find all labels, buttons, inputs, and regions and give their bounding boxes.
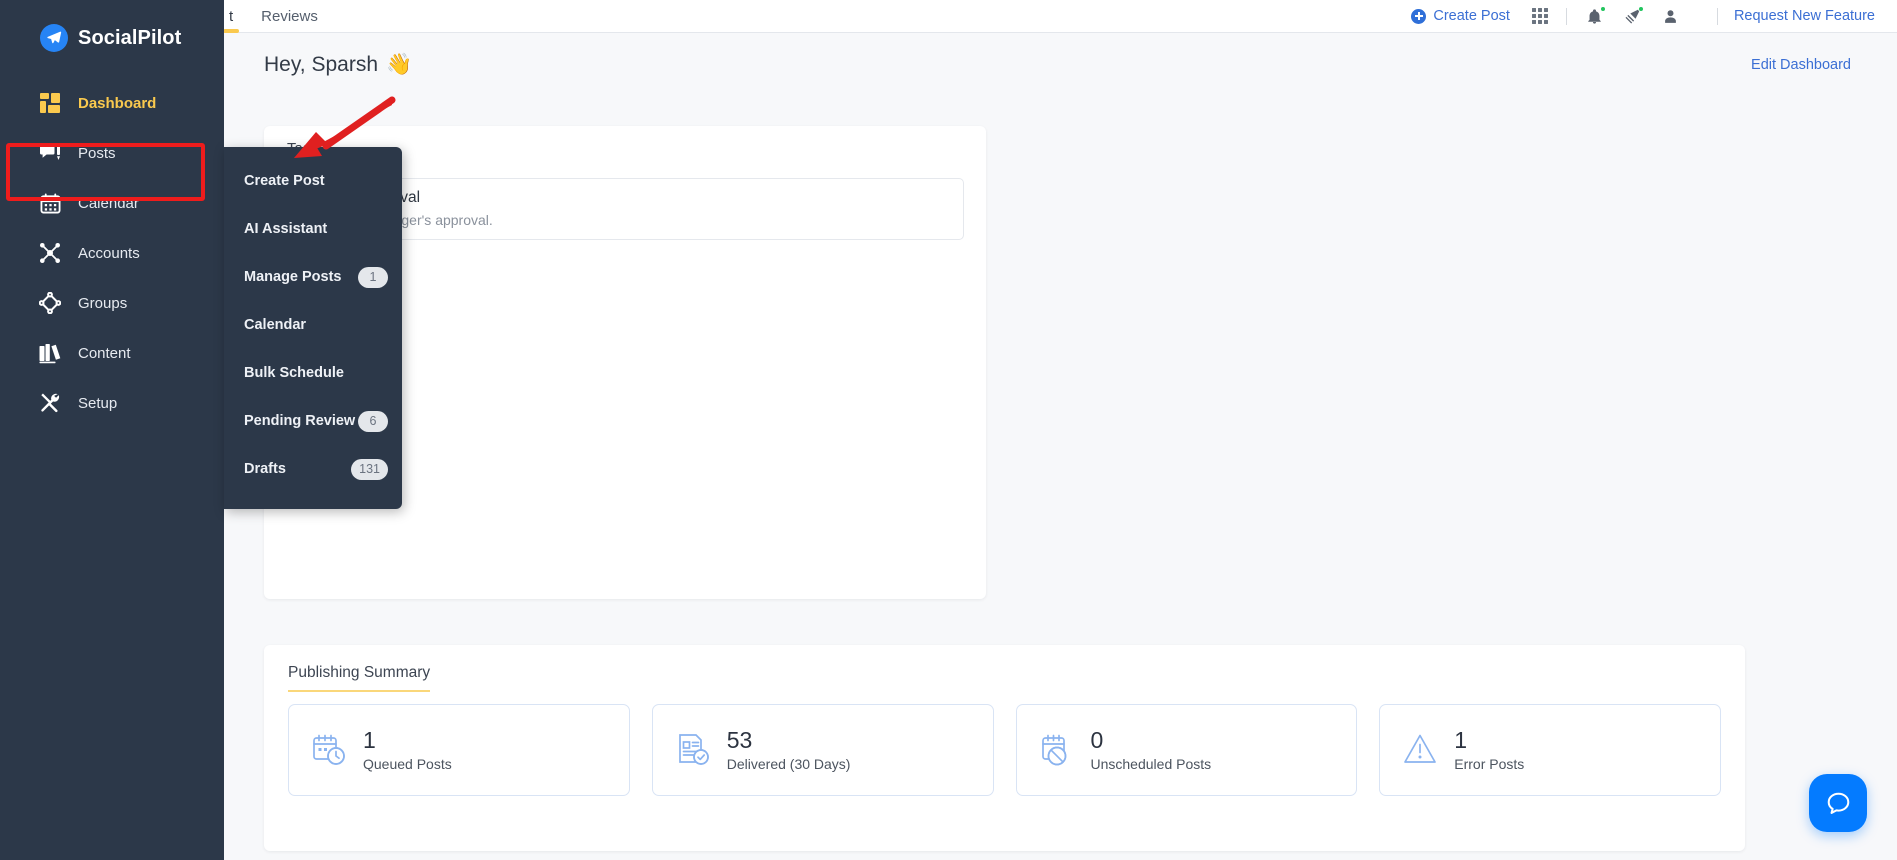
posts-chat-pencil-icon (38, 141, 62, 165)
task-item-title: require approval (308, 189, 945, 207)
task-item-subtitle: nding for Manager's approval. (308, 212, 493, 228)
stat-text-queued: 1 Queued Posts (363, 728, 452, 771)
sidebar-item-label: Dashboard (78, 94, 157, 112)
tab-reviews[interactable]: Reviews (247, 9, 332, 33)
flyout-item-create-post[interactable]: Create Post (224, 157, 402, 205)
stat-text-error: 1 Error Posts (1454, 728, 1524, 771)
calendar-clock-icon (309, 730, 349, 770)
notification-dot (1599, 6, 1606, 12)
flyout-item-pending-review[interactable]: Pending Review 6 (224, 397, 402, 445)
stat-label: Delivered (30 Days) (726, 755, 851, 772)
stat-label: Error Posts (1454, 755, 1525, 772)
stat-label: Queued Posts (363, 755, 452, 772)
sidebar-nav: Dashboard Posts Calendar Accounts Groups… (0, 78, 224, 428)
dashboard-grid-icon (38, 91, 62, 115)
paper-plane-icon (40, 24, 68, 52)
flyout-item-badge: 6 (358, 410, 388, 432)
flyout-item-badge: 131 (351, 458, 388, 480)
edit-dashboard-link[interactable]: Edit Dashboard (1751, 57, 1851, 73)
stat-value: 1 (1454, 727, 1468, 754)
tab-label: t (229, 7, 234, 25)
plus-circle-icon (1411, 8, 1427, 24)
sidebar-item-label: Posts (78, 144, 116, 162)
create-post-button[interactable]: Create Post (1411, 8, 1510, 24)
chat-bubble-icon (1827, 792, 1849, 814)
app-screen: t Reviews Create Post Request New Featur… (0, 0, 1897, 860)
flyout-item-label: Bulk Schedule (244, 365, 344, 381)
greeting-text: Hey, Sparsh (264, 53, 378, 76)
flyout-item-label: Create Post (244, 173, 325, 189)
left-sidebar: SocialPilot Dashboard Posts Calendar Acc… (0, 0, 224, 860)
flyout-item-ai-assistant[interactable]: AI Assistant (224, 205, 402, 253)
flyout-item-label: Calendar (244, 317, 307, 333)
header-actions: Create Post Request New Feature (1411, 0, 1897, 33)
stat-text-unscheduled: 0 Unscheduled Posts (1091, 728, 1212, 771)
header-tabs: t Reviews (215, 0, 332, 33)
sidebar-item-label: Calendar (78, 194, 139, 212)
flyout-item-calendar[interactable]: Calendar (224, 301, 402, 349)
greeting-row: Hey, Sparsh 👋 Edit Dashboard (224, 33, 1897, 77)
sidebar-item-label: Content (78, 344, 131, 362)
sidebar-item-content[interactable]: Content (0, 328, 224, 378)
flyout-item-label: Drafts (244, 461, 286, 477)
grid-apps-icon[interactable] (1531, 8, 1548, 24)
stat-card-queued-posts[interactable]: 1 Queued Posts (288, 704, 630, 796)
sidebar-item-groups[interactable]: Groups (0, 278, 224, 328)
header-divider-1 (1565, 7, 1567, 25)
stat-value: 53 (726, 727, 753, 754)
page-title: Hey, Sparsh 👋 (264, 53, 412, 77)
announcement-dot (1637, 6, 1644, 12)
sidebar-item-accounts[interactable]: Accounts (0, 228, 224, 278)
document-check-icon (673, 730, 713, 770)
flyout-item-label: Pending Review (244, 413, 356, 429)
posts-flyout-menu: Create Post AI Assistant Manage Posts 1 … (224, 147, 402, 509)
groups-diamond-icon (38, 291, 62, 315)
calendar-slash-icon (1037, 730, 1077, 770)
stat-label: Unscheduled Posts (1090, 755, 1212, 772)
stat-value: 1 (363, 727, 376, 754)
brand-name: SocialPilot (78, 26, 182, 49)
flyout-item-manage-posts[interactable]: Manage Posts 1 (224, 253, 402, 301)
tab-label: Reviews (261, 7, 318, 25)
stat-card-delivered[interactable]: 53 Delivered (30 Days) (651, 704, 994, 796)
flyout-item-label: Manage Posts (244, 269, 342, 285)
megaphone-icon[interactable] (1623, 6, 1644, 26)
accounts-network-icon (38, 241, 62, 265)
sidebar-item-label: Groups (78, 294, 128, 312)
header-divider-2 (1716, 7, 1718, 25)
chat-widget-button[interactable] (1809, 774, 1867, 832)
publishing-summary-stats: 1 Queued Posts 53 Delivered (30 Days) 0 … (264, 692, 1745, 796)
stat-card-unscheduled[interactable]: 0 Unscheduled Posts (1015, 704, 1358, 796)
sidebar-item-calendar[interactable]: Calendar (0, 178, 224, 228)
calendar-icon (38, 191, 62, 215)
brand-logo[interactable]: SocialPilot (0, 0, 224, 52)
warning-triangle-icon (1400, 730, 1440, 770)
flyout-item-label: AI Assistant (244, 221, 328, 237)
create-post-label: Create Post (1433, 8, 1510, 24)
flyout-item-badge: 1 (358, 266, 388, 288)
flyout-item-bulk-schedule[interactable]: Bulk Schedule (224, 349, 402, 397)
sidebar-item-posts[interactable]: Posts (0, 128, 224, 178)
setup-tools-icon (38, 391, 62, 415)
publishing-summary-title: Publishing Summary (288, 664, 431, 692)
sidebar-item-dashboard[interactable]: Dashboard (0, 78, 224, 128)
user-avatar-icon[interactable] (1661, 6, 1681, 26)
top-header-bar: t Reviews Create Post Request New Featur… (0, 0, 1897, 33)
main-content: Hey, Sparsh 👋 Edit Dashboard Tasks requi… (224, 33, 1897, 860)
stat-value: 0 (1090, 727, 1104, 754)
publishing-summary-card: Publishing Summary 1 Queued Posts 53 Del… (264, 645, 1745, 851)
flyout-item-drafts[interactable]: Drafts 131 (224, 445, 402, 493)
stat-card-error-posts[interactable]: 1 Error Posts (1379, 704, 1721, 796)
bell-icon[interactable] (1585, 6, 1606, 26)
sidebar-item-setup[interactable]: Setup (0, 378, 224, 428)
request-new-feature-link[interactable]: Request New Feature (1734, 8, 1875, 24)
stat-text-delivered: 53 Delivered (30 Days) (727, 728, 851, 771)
sidebar-item-label: Setup (78, 394, 118, 412)
sidebar-item-label: Accounts (78, 244, 140, 262)
content-books-icon (38, 341, 62, 365)
waving-hand-icon: 👋 (386, 53, 413, 76)
